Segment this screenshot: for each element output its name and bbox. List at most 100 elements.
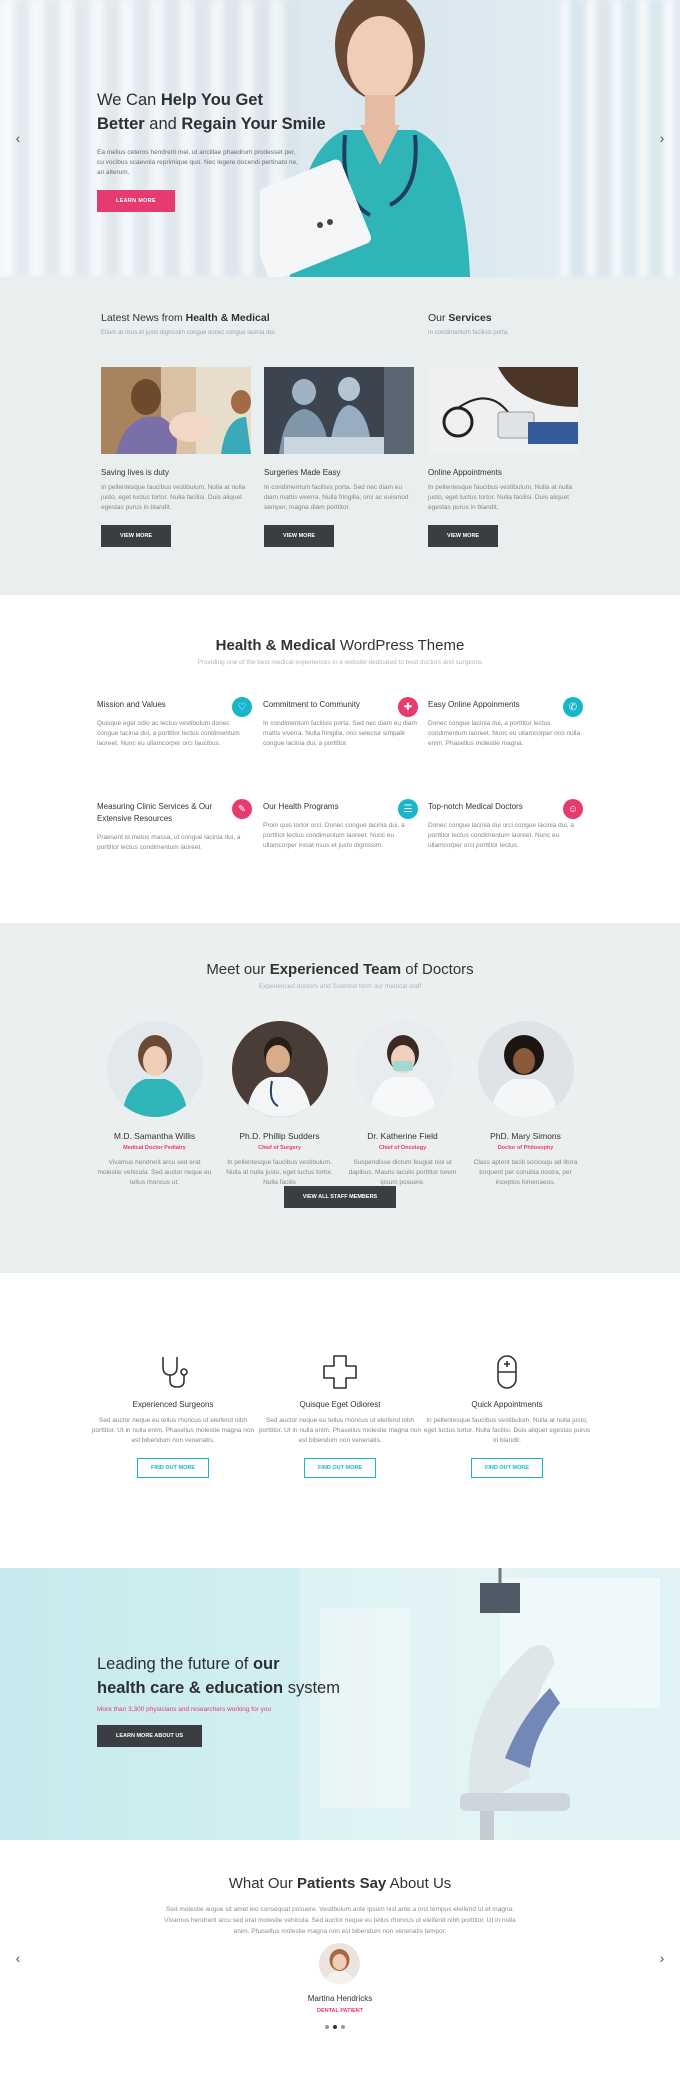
member-photo[interactable]	[231, 1021, 328, 1117]
learn-more-button[interactable]: LEARN MORE	[97, 190, 175, 212]
view-more-button[interactable]: VIEW MORE	[101, 525, 172, 547]
view-more-button[interactable]: VIEW MORE	[264, 525, 335, 547]
patient-avatar	[319, 1943, 360, 1984]
feature-text: Proin quis tortor orci. Donec congue lac…	[263, 822, 405, 849]
hero-title: We Can Help You Get Better and Regain Yo…	[97, 91, 326, 133]
news-card-text: In pellentesque faucibus vestibulum. Nul…	[101, 484, 246, 511]
medical-cross-icon	[323, 1355, 357, 1389]
view-more-button[interactable]: VIEW MORE	[428, 525, 499, 547]
theme-features-section: Health & Medical WordPress Theme Providi…	[0, 595, 680, 923]
feature-title: Easy Online Appoinments	[428, 700, 520, 709]
doctor-icon: ☺	[563, 799, 583, 819]
service-card-text: In pellentesque faucibus vestibulum. Nul…	[428, 484, 573, 511]
hero-slider: We Can Help You Get Better and Regain Yo…	[0, 0, 680, 277]
member-role: Chief of Surgery	[258, 1145, 301, 1151]
member-bio: Class aptent taciti sociosqu ad litora t…	[473, 1159, 578, 1186]
carousel-dot[interactable]	[341, 2025, 345, 2029]
team-section: Meet our Experienced Team of Doctors Exp…	[0, 923, 680, 1273]
chevron-right-icon[interactable]: ›	[656, 1950, 668, 1966]
news-image-baby[interactable]	[101, 367, 251, 454]
leading-banner: Leading the future of our health care & …	[0, 1568, 680, 1840]
service-image-blood-pressure[interactable]	[428, 367, 578, 454]
leading-title: Leading the future of our health care & …	[97, 1655, 340, 1697]
theme-subtitle: Providing one of the best medical experi…	[197, 659, 483, 666]
news-card: Surgeries Made Easy In condimentum facil…	[264, 367, 414, 547]
feature-item: Our Health Programs ☰ Proin quis tortor …	[263, 799, 418, 851]
view-all-staff-button[interactable]: VIEW ALL STAFF MEMBERS	[283, 1186, 397, 1208]
feature-item: Top-notch Medical Doctors ☺ Donec congue…	[428, 799, 583, 851]
hero-text: We Can Help You Get Better and Regain Yo…	[97, 88, 337, 212]
dental-chair-image	[300, 1568, 680, 1840]
feature-text: Donec congue lacinia dui, a porttitor le…	[428, 720, 581, 747]
feature-text: Praesent id metus massa, ut congue lacin…	[97, 834, 241, 851]
member-bio: In pellentesque faucibus vestibulum. Nul…	[226, 1159, 333, 1186]
feature-item: Commitment to Community ✚ In condimentum…	[263, 697, 418, 749]
patient-role: DENTAL PATIENT	[316, 2008, 364, 2014]
heart-icon: ♡	[232, 697, 252, 717]
member-role: Medical Doctor Pediatry	[123, 1145, 186, 1151]
feature-title: Top-notch Medical Doctors	[428, 802, 523, 811]
icon-feature-title: Quick Appointments	[471, 1400, 543, 1409]
icon-feature: Quick Appointments In pellentesque fauci…	[422, 1353, 592, 1478]
team-title: Meet our Experienced Team of Doctors	[206, 961, 474, 978]
feature-title: Our Health Programs	[263, 802, 339, 811]
team-subtitle: Experienced doctors and Scientist form o…	[258, 983, 422, 990]
news-card-title[interactable]: Saving lives is duty	[101, 468, 251, 477]
testimonial-title: What Our Patients Say About Us	[228, 1875, 452, 1892]
news-header: Latest News from Health & Medical Etiam …	[101, 312, 276, 336]
news-card-title[interactable]: Surgeries Made Easy	[264, 468, 414, 477]
member-name[interactable]: M.D. Samantha Willis	[97, 1131, 212, 1141]
service-card: Online Appointments In pellentesque fauc…	[428, 367, 578, 547]
service-card-title[interactable]: Online Appointments	[428, 468, 578, 477]
feature-title: Measuring Clinic Services & Our Extensiv…	[97, 802, 213, 823]
carousel-dot-active[interactable]	[333, 2025, 337, 2029]
feature-item: Measuring Clinic Services & Our Extensiv…	[97, 799, 252, 853]
icon-features-section: Experienced Surgeons Sed auctor neque eu…	[0, 1273, 680, 1568]
patient-name: Martina Hendricks	[307, 1994, 373, 2003]
program-list-icon: ☰	[398, 799, 418, 819]
member-name[interactable]: Dr. Katherine Field	[345, 1131, 460, 1141]
feature-title: Mission and Values	[97, 700, 166, 709]
learn-more-about-us-button[interactable]: LEARN MORE ABOUT US	[97, 1725, 203, 1747]
carousel-dot[interactable]	[325, 2025, 329, 2029]
find-out-more-button[interactable]: FIND OUT MORE	[471, 1458, 543, 1478]
testimonial-section: What Our Patients Say About Us Sed moles…	[0, 1840, 680, 2091]
icon-feature-text: Sed auctor neque eu tellus rhoncus ut el…	[258, 1417, 422, 1444]
theme-title: Health & Medical WordPress Theme	[215, 637, 465, 654]
clipboard-icon: ✎	[232, 799, 252, 819]
team-member-card: Dr. Katherine Field Chief of Oncology Su…	[345, 1021, 460, 1188]
news-heading: Latest News from Health & Medical	[101, 312, 270, 324]
phone-icon: ✆	[563, 697, 583, 717]
chevron-left-icon[interactable]: ‹	[12, 130, 24, 146]
find-out-more-button[interactable]: FIND OUT MORE	[137, 1458, 209, 1478]
member-role: Chief of Oncology	[378, 1145, 427, 1151]
feature-text: Donec congue lacinia dui orci congue lac…	[428, 822, 574, 849]
icon-feature-title: Quisque Eget Odiorest	[299, 1400, 381, 1409]
member-name[interactable]: Ph.D. Phillip Sudders	[222, 1131, 337, 1141]
member-name[interactable]: PhD. Mary Simons	[468, 1131, 583, 1141]
member-photo[interactable]	[106, 1021, 203, 1117]
chevron-right-icon[interactable]: ›	[656, 130, 668, 146]
chevron-left-icon[interactable]: ‹	[12, 1950, 24, 1966]
services-heading: Our Services	[428, 312, 492, 324]
find-out-more-button[interactable]: FIND OUT MORE	[304, 1458, 376, 1478]
testimonial-quote: Sed molestie augue sit amet leo consequa…	[164, 1906, 516, 1935]
icon-feature-text: In pellentesque faucibus vestibulum. Nul…	[423, 1417, 591, 1444]
news-image-surgery[interactable]	[264, 367, 414, 454]
team-member-card: M.D. Samantha Willis Medical Doctor Pedi…	[97, 1021, 212, 1188]
member-bio: Suspendisse dictum feugiat nisl ut dapib…	[348, 1159, 457, 1186]
news-section: Latest News from Health & Medical Etiam …	[0, 277, 680, 595]
stethoscope-icon	[162, 1357, 188, 1388]
capsule-icon	[497, 1355, 517, 1389]
member-photo[interactable]	[354, 1021, 451, 1117]
member-bio: Vivamus hendrerit arcu sed erat molestie…	[97, 1159, 212, 1186]
carousel-dots	[325, 2025, 345, 2029]
icon-feature-text: Sed auctor neque eu tellus rhoncus ut el…	[91, 1417, 255, 1444]
member-photo[interactable]	[477, 1021, 574, 1117]
icon-feature: Quisque Eget Odiorest Sed auctor neque e…	[255, 1353, 425, 1478]
medical-kit-icon: ✚	[398, 697, 418, 717]
feature-text: Quisque eget odio ac lectus vestibulum d…	[97, 720, 240, 747]
page: We Can Help You Get Better and Regain Yo…	[0, 0, 680, 2091]
team-member-card: Ph.D. Phillip Sudders Chief of Surgery I…	[222, 1021, 337, 1188]
news-subheading: Etiam at risus et justo dignissim congue…	[101, 330, 276, 336]
